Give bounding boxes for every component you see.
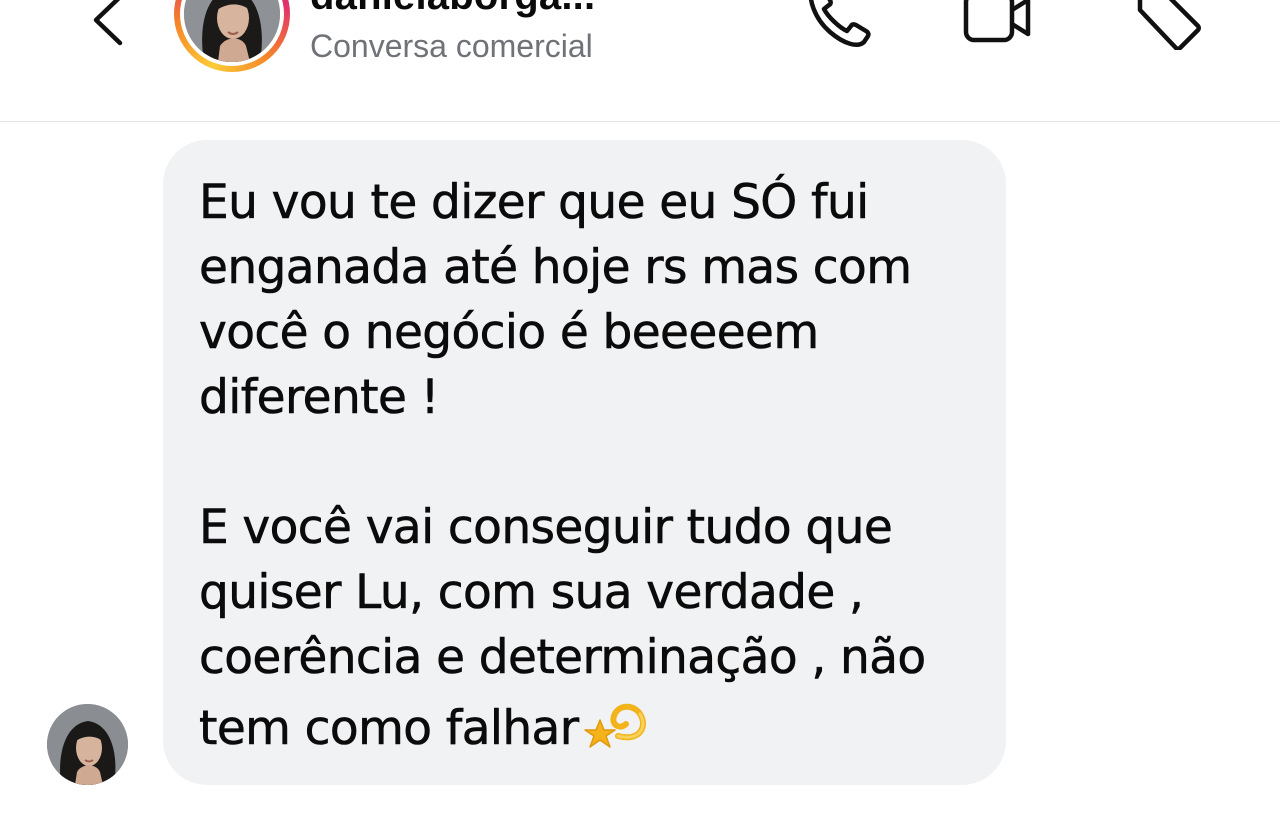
chat-username[interactable]: danielaborga...: [310, 0, 595, 20]
chat-subtitle: Conversa comercial: [310, 28, 593, 64]
message-paragraph-2-wrap: E você vai conseguir tudo que quiser Lu,…: [199, 495, 976, 761]
message-text: Eu vou te dizer que eu SÓ fui enganada a…: [199, 170, 976, 761]
video-call-button[interactable]: [960, 0, 1036, 50]
message-paragraph-2: E você vai conseguir tudo que quiser Lu,…: [199, 500, 927, 757]
story-ring-gap: [180, 0, 284, 66]
dizzy-star-emoji: [584, 703, 647, 748]
chat-header: danielaborga... Conversa comercial: [0, 0, 1280, 122]
phone-icon: [809, 0, 871, 47]
profile-avatar: [184, 0, 280, 62]
tag-icon: [1137, 0, 1201, 50]
label-button[interactable]: [1130, 0, 1206, 50]
received-message-bubble[interactable]: Eu vou te dizer que eu SÓ fui enganada a…: [163, 140, 1006, 785]
back-button[interactable]: [78, 0, 134, 52]
video-camera-icon: [963, 0, 1031, 43]
sender-avatar[interactable]: [47, 704, 128, 785]
chevron-left-icon: [93, 0, 123, 46]
profile-avatar-with-story-ring[interactable]: [174, 0, 290, 72]
audio-call-button[interactable]: [800, 0, 876, 50]
message-paragraph-1: Eu vou te dizer que eu SÓ fui enganada a…: [199, 175, 913, 426]
